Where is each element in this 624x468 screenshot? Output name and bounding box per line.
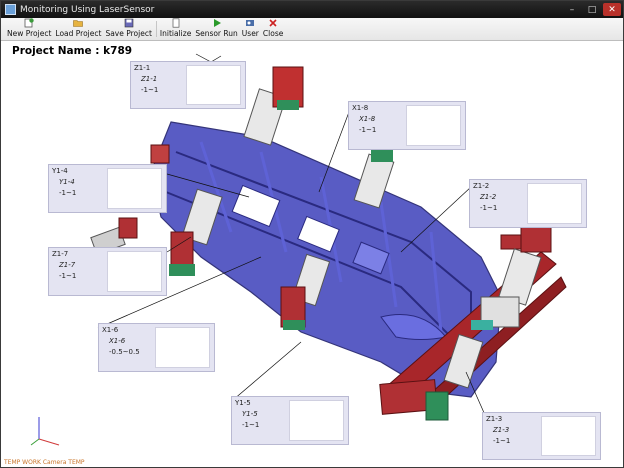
sensor-label-z1-7[interactable]: Z1-7 Z1-7 -1~1	[48, 247, 167, 296]
toolbar: New Project Load Project Save Project In…	[1, 18, 623, 41]
close-label: Close	[262, 29, 284, 38]
sensor-tolerance: -1~1	[242, 421, 260, 429]
sensor-id: Y1-5	[235, 399, 251, 407]
sensor-tolerance: -1~1	[359, 126, 377, 134]
document-icon	[171, 18, 181, 28]
new-project-button[interactable]: New Project	[7, 18, 51, 40]
sensor-label-y1-5[interactable]: Y1-5 Y1-5 -1~1	[231, 396, 349, 445]
maximize-button[interactable]: □	[583, 3, 601, 16]
close-window-button[interactable]: ✕	[603, 3, 621, 16]
viewport-status-text: TEMP WORK Camera TEMP	[4, 459, 85, 466]
sensor-reading-area	[186, 65, 241, 105]
sensor-sub-id: Y1-4	[59, 178, 75, 186]
project-name-label: Project Name : k789	[12, 45, 133, 57]
sensor-id: X1-8	[352, 104, 369, 112]
sensor-reading-area	[541, 416, 596, 456]
save-project-button[interactable]: Save Project	[105, 18, 152, 40]
close-icon	[268, 18, 278, 28]
initialize-label: Initialize	[159, 29, 192, 38]
axis-triad-icon	[30, 417, 60, 446]
sensor-label-z1-3[interactable]: Z1-3 Z1-3 -1~1	[482, 412, 601, 460]
user-label: User	[241, 29, 259, 38]
user-button[interactable]: User	[242, 18, 259, 40]
sensor-id: Z1-2	[473, 182, 490, 190]
title-bar[interactable]: Monitoring Using LaserSensor – □ ✕	[1, 1, 623, 18]
minimize-button[interactable]: –	[563, 3, 581, 16]
sensor-reading-area	[406, 105, 461, 146]
sensor-id: Y1-4	[52, 167, 68, 175]
toolbar-separator	[155, 21, 157, 37]
sensor-label-x1-6[interactable]: X1-6 X1-6 -0.5~0.5	[98, 323, 215, 372]
sensor-tolerance: -0.5~0.5	[109, 348, 140, 356]
sensor-sub-id: Y1-5	[242, 410, 258, 418]
sensor-reading-area	[289, 400, 344, 441]
sensor-sub-id: Z1-2	[480, 193, 497, 201]
3d-viewport[interactable]: Z1-1 Z1-1 -1~1 X1-8 X1-8 -1~1 Y1-4 Y1-4 …	[1, 42, 623, 467]
sensor-label-z1-2[interactable]: Z1-2 Z1-2 -1~1	[469, 179, 587, 228]
sensor-id: X1-6	[102, 326, 119, 334]
sensor-label-z1-1[interactable]: Z1-1 Z1-1 -1~1	[130, 61, 246, 109]
sensor-run-button[interactable]: Sensor Run	[195, 18, 238, 40]
folder-icon	[73, 18, 84, 28]
load-project-label: Load Project	[55, 29, 102, 38]
sensor-sub-id: Z1-3	[493, 426, 510, 434]
save-project-label: Save Project	[105, 29, 152, 38]
sensor-sub-id: Z1-7	[59, 261, 76, 269]
sensor-tolerance: -1~1	[59, 272, 77, 280]
window-title: Monitoring Using LaserSensor	[20, 4, 155, 15]
user-icon	[245, 18, 255, 28]
sensor-tolerance: -1~1	[493, 437, 511, 445]
sensor-id: Z1-3	[486, 415, 503, 423]
new-project-label: New Project	[7, 29, 52, 38]
close-button[interactable]: Close	[263, 18, 283, 40]
sensor-reading-area	[155, 327, 210, 368]
sensor-reading-area	[107, 251, 162, 292]
sensor-tolerance: -1~1	[59, 189, 77, 197]
sensor-label-x1-8[interactable]: X1-8 X1-8 -1~1	[348, 101, 466, 150]
sensor-sub-id: X1-8	[359, 115, 376, 123]
load-project-button[interactable]: Load Project	[55, 18, 101, 40]
sensor-tolerance: -1~1	[480, 204, 498, 212]
sensor-sub-id: X1-6	[109, 337, 126, 345]
sensor-id: Z1-1	[134, 64, 151, 72]
app-icon	[5, 4, 16, 15]
sensor-run-label: Sensor Run	[195, 29, 238, 38]
sensor-id: Z1-7	[52, 250, 69, 258]
save-icon	[124, 18, 134, 28]
play-icon	[212, 18, 222, 28]
sensor-tolerance: -1~1	[141, 86, 159, 94]
sensor-reading-area	[107, 168, 162, 209]
sensor-reading-area	[527, 183, 582, 224]
sensor-sub-id: Z1-1	[141, 75, 158, 83]
app-window: Monitoring Using LaserSensor – □ ✕ New P…	[0, 0, 624, 468]
sensor-label-y1-4[interactable]: Y1-4 Y1-4 -1~1	[48, 164, 167, 213]
new-project-icon	[24, 18, 34, 28]
initialize-button[interactable]: Initialize	[160, 18, 191, 40]
